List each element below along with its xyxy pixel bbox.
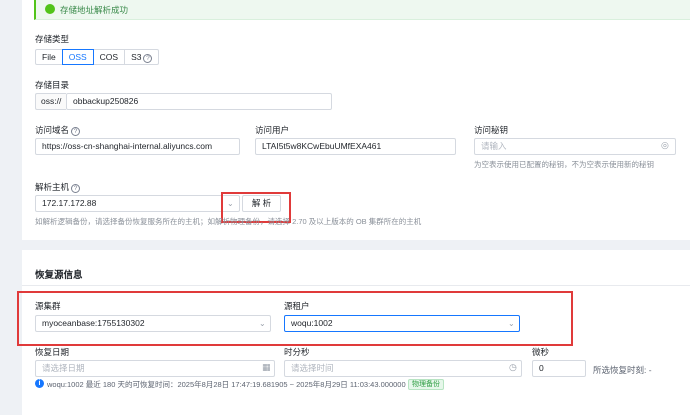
access-domain-label-text: 访问域名 — [35, 125, 70, 135]
toast-text: 存储地址解析成功 — [60, 5, 129, 15]
storage-type-oss[interactable]: OSS — [61, 49, 94, 65]
access-secret-input[interactable]: 请输入 — [474, 138, 676, 155]
calendar-icon: ▦ — [262, 362, 271, 372]
storage-type-label: 存储类型 — [35, 34, 70, 44]
restore-date-picker[interactable]: 请选择日期 — [35, 360, 275, 377]
storage-type-s3-label: S3 — [131, 52, 142, 62]
storage-type-segmented: File OSS COS S3? — [35, 49, 160, 65]
access-user-label: 访问用户 — [255, 125, 290, 135]
help-icon[interactable]: ? — [71, 127, 81, 136]
access-domain-label: 访问域名? — [35, 124, 81, 136]
parse-host-select[interactable]: 172.17.172.88 — [35, 195, 240, 212]
storage-dir-label: 存储目录 — [35, 80, 70, 90]
microsecond-label: 微秒 — [532, 347, 550, 357]
microsecond-input[interactable]: 0 — [532, 360, 586, 377]
access-secret-hint: 为空表示使用已配置的秘钥，不为空表示使用新的秘钥 — [474, 160, 654, 169]
restore-time-label: 时分秒 — [284, 347, 310, 357]
success-toast: 存储地址解析成功 — [34, 0, 690, 20]
restore-date-label: 恢复日期 — [35, 347, 70, 357]
clock-icon: ◷ — [509, 362, 517, 372]
selected-restore-time: 所选恢复时刻: - — [593, 365, 652, 375]
physical-backup-tag: 物理备份 — [408, 379, 444, 390]
storage-type-s3[interactable]: S3? — [124, 49, 160, 65]
section-divider — [22, 285, 690, 286]
check-circle-icon — [45, 4, 55, 14]
storage-dir-prefix: oss:// — [35, 93, 66, 110]
help-icon: ? — [143, 54, 153, 63]
restore-time-picker[interactable]: 请选择时间 — [284, 360, 522, 377]
recoverable-time-info: woqu:1002 最近 180 天的可恢复时间：2025年8月28日 17:4… — [47, 380, 406, 389]
access-user-input[interactable]: LTAI5t5w8KCwEbuUMfEXA461 — [255, 138, 456, 155]
eye-off-icon[interactable]: ◎ — [661, 140, 669, 151]
help-icon[interactable]: ? — [71, 184, 81, 193]
storage-dir-input[interactable]: obbackup250826 — [66, 93, 332, 110]
access-domain-input[interactable]: https://oss-cn-shanghai-internal.aliyunc… — [35, 138, 240, 155]
access-secret-label: 访问秘钥 — [474, 125, 509, 135]
parse-host-label-text: 解析主机 — [35, 182, 70, 192]
highlight-box-source — [17, 291, 573, 346]
parse-host-hint: 如解析逻辑备份，请选择备份恢复服务所在的主机；如解析物理备份，请选择 2.70 … — [35, 217, 422, 226]
storage-type-cos[interactable]: COS — [92, 49, 126, 65]
restore-source-title: 恢复源信息 — [35, 270, 83, 281]
info-icon: i — [35, 379, 44, 388]
parse-host-label: 解析主机? — [35, 181, 81, 193]
storage-type-file[interactable]: File — [35, 49, 63, 65]
